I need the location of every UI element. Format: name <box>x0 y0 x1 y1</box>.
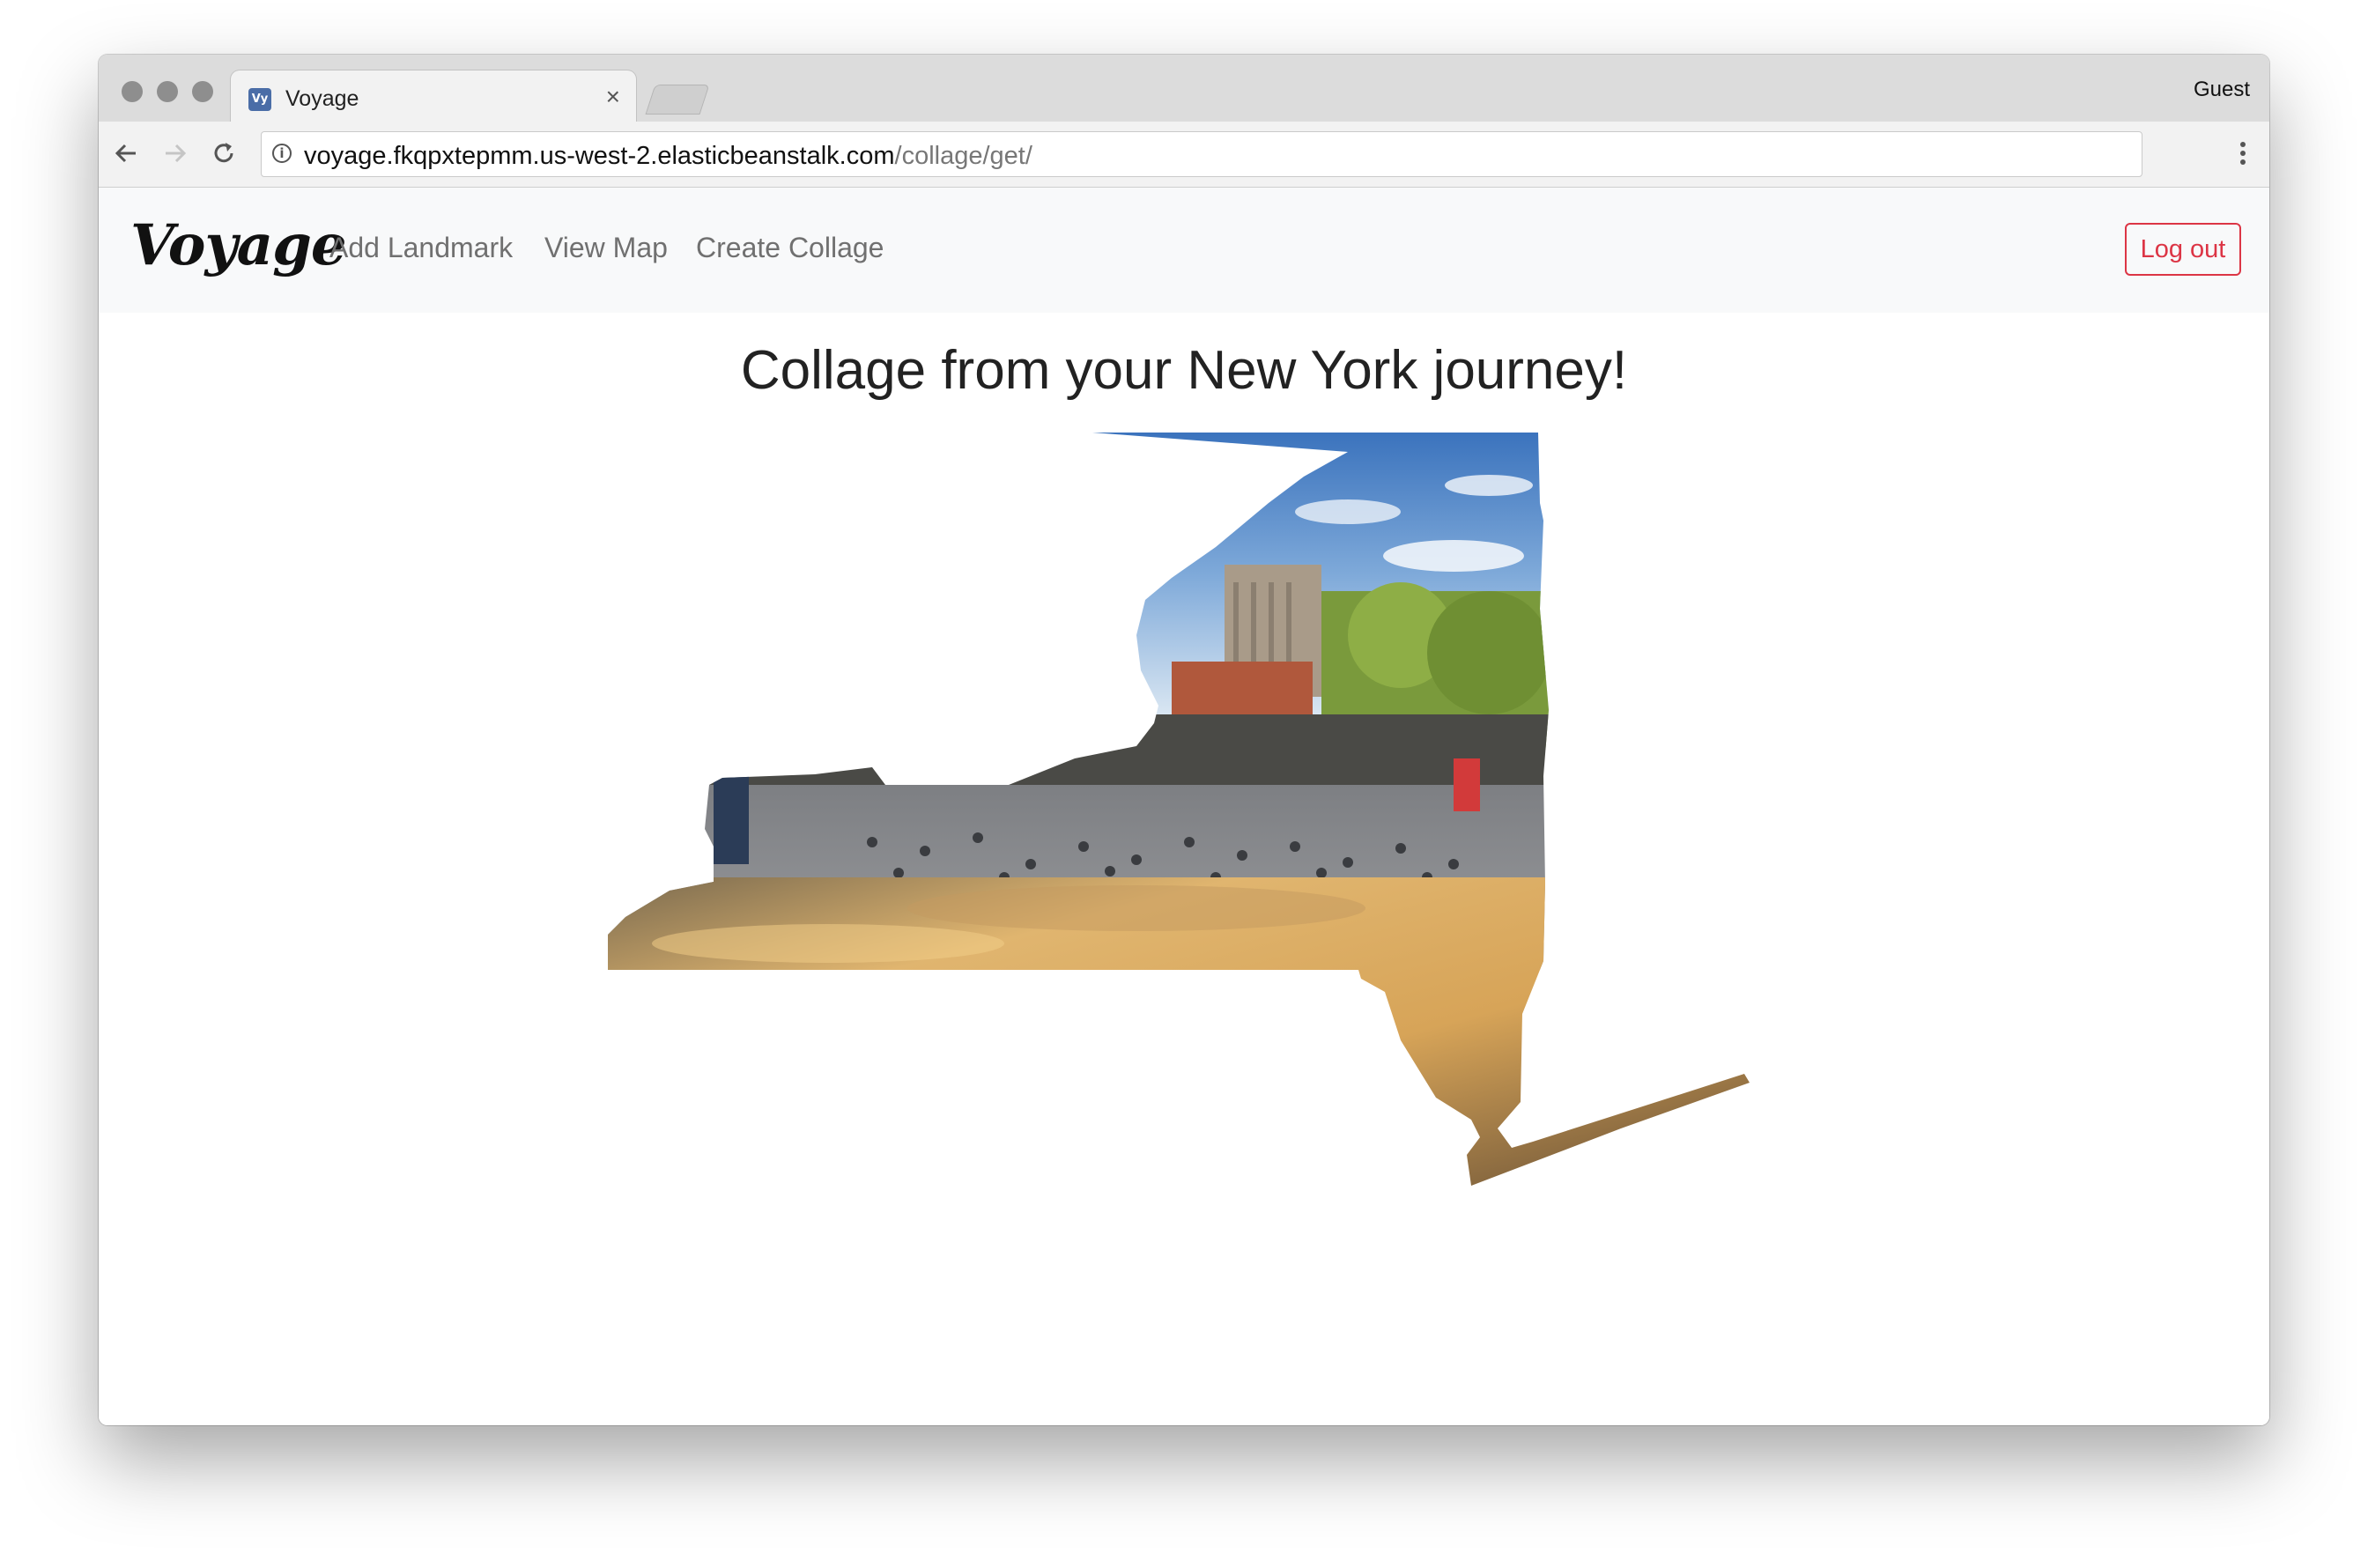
url-text[interactable]: voyage.fkqpxtepmm.us-west-2.elasticbeans… <box>304 142 1032 171</box>
back-arrow-icon[interactable] <box>109 136 144 171</box>
new-tab-button[interactable] <box>645 85 710 115</box>
url-path: /collage/get/ <box>894 142 1032 170</box>
kebab-menu-icon[interactable] <box>2234 136 2252 171</box>
site-navbar: Voyage Add Landmark View Map Create Coll… <box>99 188 2269 313</box>
nav-view-map[interactable]: View Map <box>544 232 668 264</box>
voyage-favicon-icon: Vy <box>248 88 271 111</box>
browser-toolbar: i voyage.fkqpxtepmm.us-west-2.elasticbea… <box>99 122 2269 188</box>
nav-add-landmark[interactable]: Add Landmark <box>329 232 513 264</box>
nav-create-collage[interactable]: Create Collage <box>696 232 884 264</box>
tab-voyage[interactable]: Vy Voyage × <box>231 70 636 123</box>
logout-button[interactable]: Log out <box>2125 223 2241 276</box>
url-host: voyage.fkqpxtepmm.us-west-2.elasticbeans… <box>304 142 895 170</box>
profile-label[interactable]: Guest <box>2194 78 2250 102</box>
web-page: Voyage Add Landmark View Map Create Coll… <box>99 188 2269 1425</box>
tab-strip: Vy Voyage × Guest <box>99 55 2269 123</box>
tab-close-icon[interactable]: × <box>606 83 620 111</box>
address-bar[interactable]: i voyage.fkqpxtepmm.us-west-2.elasticbea… <box>261 131 2142 177</box>
maximize-window-icon[interactable] <box>192 81 213 102</box>
brand-logo[interactable]: Voyage <box>130 212 347 278</box>
info-icon[interactable]: i <box>272 144 292 163</box>
reload-icon[interactable] <box>206 136 241 171</box>
tab-title: Voyage <box>285 86 359 111</box>
close-window-icon[interactable] <box>122 81 143 102</box>
forward-arrow-icon[interactable] <box>157 136 192 171</box>
minimize-window-icon[interactable] <box>157 81 178 102</box>
new-york-collage-image <box>608 433 1750 1186</box>
page-heading: Collage from your New York journey! <box>740 340 1628 401</box>
browser-window: Vy Voyage × Guest i voyage.fkqpxtepmm.us… <box>99 55 2269 1425</box>
